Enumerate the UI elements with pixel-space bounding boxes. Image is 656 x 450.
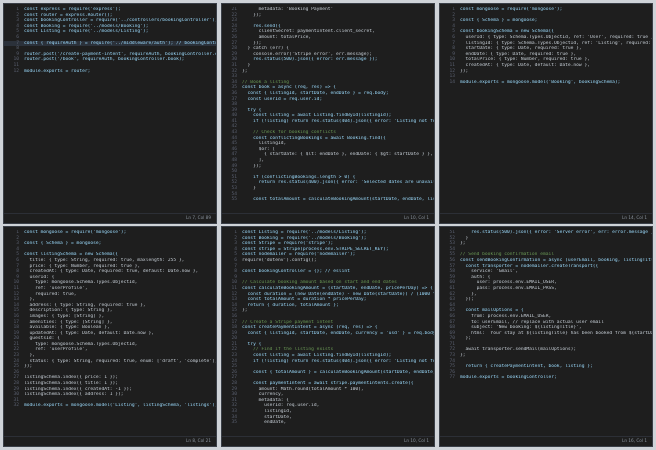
line-text: }; bbox=[460, 241, 466, 247]
line-text: module.exports = mongoose.model('Booking… bbox=[460, 79, 621, 85]
editor-pane-6[interactable]: 51 res.status(500).json({ error: 'Server… bbox=[439, 226, 653, 447]
line-text: const { Schema } = mongoose; bbox=[24, 241, 102, 247]
status-bar: Ln 10, Col 1 bbox=[222, 213, 434, 223]
line-text: }; bbox=[460, 336, 472, 342]
line-text: return res.status(400).json({ error: 'Se… bbox=[258, 180, 434, 186]
line-text: }); bbox=[460, 297, 474, 303]
cursor-position: Ln 7, Col 89 bbox=[186, 215, 211, 220]
code-line[interactable]: 12 module.exports = router; bbox=[4, 69, 216, 75]
line-text: return { duration, totalAmount }; bbox=[242, 302, 339, 308]
code-line[interactable]: 14 module.exports = mongoose.model('Booki… bbox=[440, 80, 652, 86]
code-line[interactable]: 26 const { totalAmount } = calculateBook… bbox=[222, 370, 434, 376]
line-text: }; bbox=[242, 308, 248, 314]
code-line[interactable]: 19 const { listingId, startDate, endDate… bbox=[222, 331, 434, 337]
status-bar: Ln 10, Col 1 bbox=[222, 436, 434, 446]
code-line[interactable]: 77 module.exports = bookingController; bbox=[440, 375, 652, 381]
line-text: const { requireAuth } = require('../midd… bbox=[24, 40, 216, 46]
code-line[interactable]: 69 html: `Your stay at ${listingTitle} h… bbox=[440, 331, 652, 337]
editor-pane-2[interactable]: 21 metadata: 'Booking Payment' 22 }); 23 24… bbox=[221, 3, 435, 224]
line-text: { startDate: { $lt: endDate }, endDate: … bbox=[242, 152, 433, 158]
code-area[interactable]: 1 const mongoose = require('mongoose'); 2 3… bbox=[440, 7, 652, 213]
code-area[interactable]: 51 res.status(500).json({ error: 'Server… bbox=[440, 230, 652, 436]
line-text: const { listingId, startDate, endDate, c… bbox=[242, 330, 434, 336]
code-area[interactable]: 1 const mongoose = require('mongoose'); 2 3… bbox=[4, 230, 216, 436]
code-line[interactable]: 55 const totalAmount = calculateBookingA… bbox=[222, 197, 434, 203]
line-number: 14 bbox=[449, 79, 455, 85]
cursor-position: Ln 10, Col 1 bbox=[404, 438, 429, 443]
code-line[interactable]: 35 endDate, bbox=[222, 420, 434, 426]
line-text: const totalAmount = calculateBookingAmou… bbox=[253, 197, 434, 203]
line-number: 12 bbox=[13, 68, 19, 74]
status-bar: Ln 7, Col 89 bbox=[4, 213, 216, 223]
line-text: module.exports = mongoose.model('Listing… bbox=[24, 403, 216, 409]
editor-pane-4[interactable]: 1 const mongoose = require('mongoose'); 2 3… bbox=[3, 226, 217, 447]
line-number: 55 bbox=[231, 197, 237, 203]
status-bar: Ln 8, Col 21 bbox=[4, 436, 216, 446]
line-text: const userId = req.user.id; bbox=[242, 96, 323, 102]
line-text: }); bbox=[242, 163, 262, 169]
line-text: createdAt: { type: Date, default: Date.n… bbox=[460, 62, 590, 68]
code-area[interactable]: 1 const Listing = require('../models/List… bbox=[222, 230, 434, 436]
code-line[interactable]: 24 status: { type: String, required: tru… bbox=[4, 359, 216, 365]
code-line[interactable]: 24 if (!listing) return res.status(404).… bbox=[222, 359, 434, 365]
code-line[interactable]: 32 module.exports = mongoose.model('Listi… bbox=[4, 403, 216, 409]
line-text: return { createPaymentIntent, book, list… bbox=[460, 364, 593, 370]
line-text: if (!listing) return res.status(404).jso… bbox=[253, 358, 434, 364]
line-text: listingSchema.index({ address: 1 }); bbox=[24, 392, 124, 398]
line-text: }; bbox=[242, 68, 248, 74]
code-line[interactable]: 10 router.post('/book', requireAuth, book… bbox=[4, 57, 216, 63]
line-text: }); bbox=[24, 364, 33, 370]
line-text: }); bbox=[242, 12, 262, 18]
line-text: res.status(500).json({ error: 'Server er… bbox=[460, 230, 652, 235]
code-area[interactable]: 1 const express = require('express'); 2 con… bbox=[4, 7, 216, 213]
line-text: router.post('/book', requireAuth, bookin… bbox=[24, 57, 185, 63]
line-text: res.status(500).json({ error: err.messag… bbox=[242, 57, 378, 63]
cursor-position: Ln 16, Col 1 bbox=[622, 438, 647, 443]
status-bar: Ln 14, Col 1 bbox=[440, 213, 652, 223]
code-line[interactable]: 51 res.status(500).json({ error: 'Server… bbox=[440, 230, 652, 236]
status-bar: Ln 16, Col 1 bbox=[440, 436, 652, 446]
line-text: const mongoose = require('mongoose'); bbox=[24, 230, 127, 235]
line-text: module.exports = router; bbox=[24, 68, 91, 74]
line-number: 77 bbox=[449, 375, 455, 381]
code-area[interactable]: 21 metadata: 'Booking Payment' 22 }); 23 24… bbox=[222, 7, 434, 213]
line-text: if (!listing) return res.status(404).jso… bbox=[253, 118, 434, 124]
cursor-position: Ln 14, Col 1 bbox=[622, 215, 647, 220]
line-text: module.exports = bookingController; bbox=[460, 375, 557, 381]
line-text: } bbox=[242, 186, 256, 191]
line-text: status: { type: String, required: true, … bbox=[29, 358, 216, 364]
line-number: 32 bbox=[13, 403, 19, 409]
line-text: }); bbox=[460, 68, 469, 74]
line-text: const bookingController = {}; // eslint bbox=[242, 269, 350, 275]
line-text: html: `Your stay at ${listingTitle} has … bbox=[471, 330, 652, 336]
line-text: }; bbox=[460, 353, 466, 359]
line-text: require('dotenv').config(); bbox=[242, 257, 317, 263]
line-text: const { Schema } = mongoose; bbox=[460, 18, 538, 24]
editor-pane-3[interactable]: 1 const mongoose = require('mongoose'); 2 3… bbox=[439, 3, 653, 224]
cursor-position: Ln 10, Col 1 bbox=[404, 215, 429, 220]
editor-pane-1[interactable]: 1 const express = require('express'); 2 con… bbox=[3, 3, 217, 224]
editor-pane-5[interactable]: 1 const Listing = require('../models/List… bbox=[221, 226, 435, 447]
line-number: 35 bbox=[231, 420, 237, 426]
line-text: const { totalAmount } = calculateBooking… bbox=[253, 369, 434, 375]
code-line[interactable]: 41 if (!listing) return res.status(404).… bbox=[222, 119, 434, 125]
line-text: endDate, bbox=[242, 420, 287, 426]
line-text: await transporter.sendMail(mailOptions); bbox=[460, 347, 577, 353]
line-text: const Listing = require('../models/Listi… bbox=[24, 29, 149, 35]
code-line[interactable]: 7 const { requireAuth } = require('../mid… bbox=[4, 40, 216, 47]
cursor-position: Ln 8, Col 21 bbox=[186, 438, 211, 443]
line-text: const mongoose = require('mongoose'); bbox=[460, 7, 563, 12]
